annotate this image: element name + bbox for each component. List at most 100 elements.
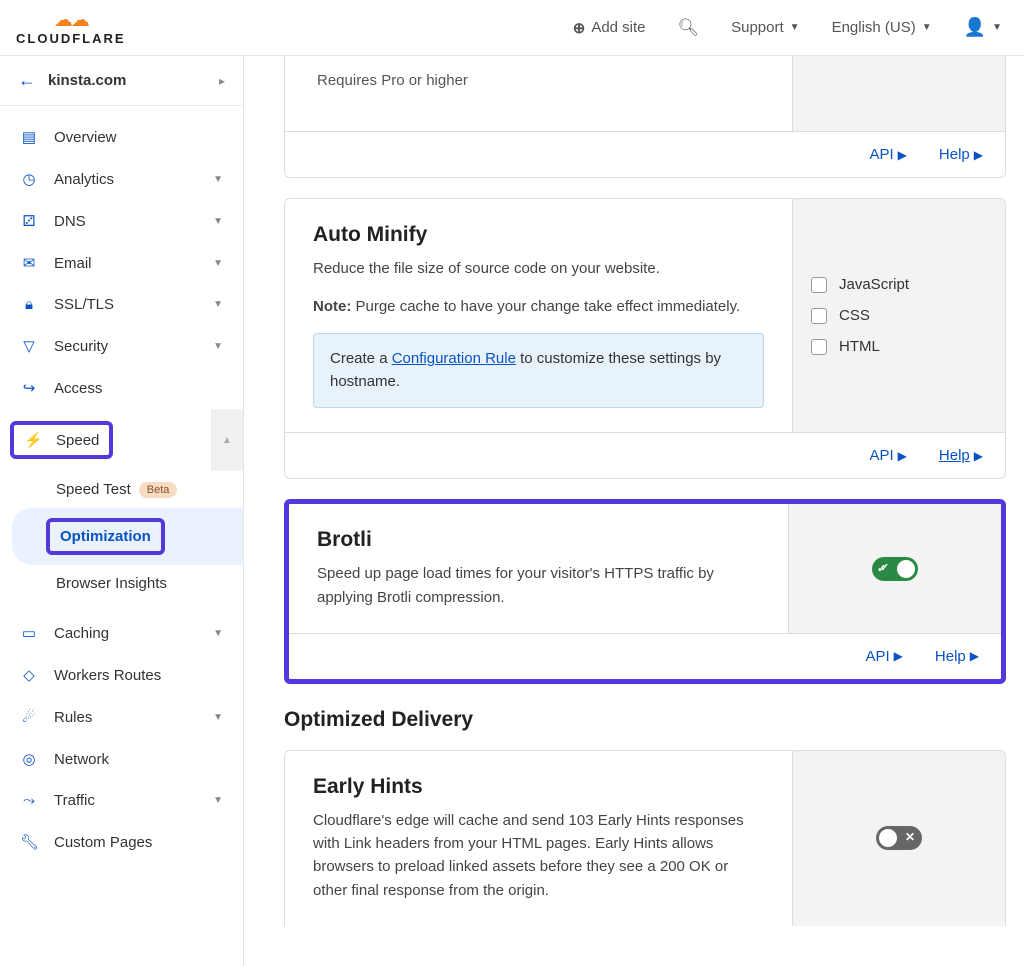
sidebar-item-label: Access: [54, 380, 223, 397]
chevron-down-icon: ▼: [213, 174, 223, 185]
chevron-right-icon: ▸: [219, 74, 225, 88]
sidebar-item-label: Custom Pages: [54, 834, 223, 851]
sidebar-subitem-optimization[interactable]: Optimization: [12, 508, 243, 565]
sidebar-item-ssl[interactable]: 🔒︎ SSL/TLS ▼: [0, 284, 243, 325]
checkbox-html[interactable]: HTML: [811, 338, 987, 355]
sidebar-item-network[interactable]: ◎ Network: [0, 738, 243, 780]
brotli-toggle[interactable]: ✓: [872, 557, 918, 581]
card-auto-minify: Auto Minify Reduce the file size of sour…: [284, 198, 1006, 479]
card-note: Note: Purge cache to have your change ta…: [313, 298, 764, 315]
api-link[interactable]: API▶: [869, 146, 906, 163]
sidebar-item-label: Overview: [54, 129, 223, 146]
card-title: Early Hints: [313, 775, 764, 799]
sidebar-item-workers[interactable]: ◇ Workers Routes: [0, 654, 243, 696]
sidebar-subitem-browser-insights[interactable]: Browser Insights: [0, 565, 243, 602]
chevron-down-icon: ▼: [992, 22, 1002, 33]
sidebar-item-speed[interactable]: ⚡ Speed ▲: [0, 409, 243, 471]
sidebar-item-access[interactable]: ↪ Access: [0, 367, 243, 409]
sidebar-item-custom-pages[interactable]: 🔧︎ Custom Pages: [0, 821, 243, 863]
content: Requires Pro or higher API▶ Help▶ Auto M…: [244, 56, 1024, 966]
card-title: Auto Minify: [313, 223, 764, 247]
add-site-button[interactable]: ⊕ Add site: [557, 0, 662, 56]
chevron-down-icon: ▼: [213, 628, 223, 639]
card-desc: Reduce the file size of source code on y…: [313, 257, 764, 280]
plus-circle-icon: ⊕: [573, 19, 586, 37]
chevron-right-icon: ▶: [970, 649, 979, 663]
card-truncated: Requires Pro or higher API▶ Help▶: [284, 56, 1006, 178]
help-link[interactable]: Help▶: [939, 447, 983, 464]
site-name: kinsta.com: [48, 72, 207, 89]
sidebar-item-dns[interactable]: ⚂ DNS ▼: [0, 200, 243, 242]
sidebar-item-label: SSL/TLS: [54, 296, 197, 313]
sidebar-item-label: Rules: [54, 709, 197, 726]
sidebar-subitem-label: Browser Insights: [56, 575, 167, 592]
language-menu[interactable]: English (US) ▼: [816, 0, 948, 56]
email-icon: ✉: [20, 254, 38, 272]
checkbox-css[interactable]: CSS: [811, 307, 987, 324]
sidebar-subitem-speed-test[interactable]: Speed Test Beta: [0, 471, 243, 508]
collapse-toggle[interactable]: ▲: [211, 409, 243, 471]
chevron-down-icon: ▼: [922, 22, 932, 33]
chevron-down-icon: ▼: [213, 341, 223, 352]
help-link[interactable]: Help▶: [939, 146, 983, 163]
configuration-rule-link[interactable]: Configuration Rule: [392, 350, 516, 367]
sidebar-item-traffic[interactable]: ⤳ Traffic ▼: [0, 780, 243, 821]
site-selector[interactable]: ← kinsta.com ▸: [0, 56, 243, 106]
sidebar-item-email[interactable]: ✉ Email ▼: [0, 242, 243, 284]
dns-icon: ⚂: [20, 212, 38, 230]
help-link[interactable]: Help▶: [935, 648, 979, 665]
language-label: English (US): [832, 19, 916, 36]
lock-icon: 🔒︎: [20, 296, 38, 313]
api-link[interactable]: API▶: [869, 447, 906, 464]
search-icon: 🔍︎: [678, 18, 700, 38]
chevron-right-icon: ▶: [898, 449, 907, 463]
x-icon: ✕: [905, 830, 915, 844]
bolt-icon: ⚡: [24, 431, 42, 449]
api-link[interactable]: API▶: [865, 648, 902, 665]
section-optimized-delivery: Optimized Delivery: [284, 708, 1006, 732]
sidebar-item-label: Security: [54, 338, 197, 355]
sidebar-item-label: Network: [54, 751, 223, 768]
card-footer: API▶ Help▶: [285, 432, 1005, 478]
traffic-icon: ⤳: [20, 792, 38, 809]
sidebar-item-label: Caching: [54, 625, 197, 642]
support-label: Support: [731, 19, 784, 36]
config-rule-info: Create a Configuration Rule to customize…: [313, 333, 764, 408]
sidebar-item-label: Traffic: [54, 792, 197, 809]
clock-icon: ◷: [20, 170, 38, 188]
chevron-down-icon: ▼: [213, 712, 223, 723]
location-icon: ◎: [20, 750, 38, 768]
back-arrow-icon[interactable]: ←: [18, 70, 36, 91]
checkbox-javascript[interactable]: JavaScript: [811, 276, 987, 293]
sidebar-item-rules[interactable]: ☄ Rules ▼: [0, 696, 243, 738]
sidebar-item-label: Email: [54, 255, 197, 272]
logo[interactable]: ☁☁ CLOUDFLARE: [16, 11, 126, 45]
chevron-right-icon: ▶: [974, 449, 983, 463]
account-menu[interactable]: 👤 ▼: [948, 0, 1018, 56]
search-button[interactable]: 🔍︎: [662, 0, 716, 56]
sidebar: ← kinsta.com ▸ ▤ Overview ◷ Analytics ▼ …: [0, 56, 244, 966]
sidebar-item-overview[interactable]: ▤ Overview: [0, 116, 243, 158]
chevron-down-icon: ▼: [213, 795, 223, 806]
card-side: [793, 56, 1005, 131]
shield-icon: ▽: [20, 337, 38, 355]
early-hints-toggle[interactable]: ✕: [876, 826, 922, 850]
sidebar-item-analytics[interactable]: ◷ Analytics ▼: [0, 158, 243, 200]
card-brotli: Brotli Speed up page load times for your…: [284, 499, 1006, 684]
card-desc: Speed up page load times for your visito…: [317, 562, 760, 609]
sidebar-item-security[interactable]: ▽ Security ▼: [0, 325, 243, 367]
support-menu[interactable]: Support ▼: [715, 0, 815, 56]
checkbox-icon: [811, 308, 827, 324]
card-side: ✓: [789, 504, 1001, 633]
caching-icon: ▭: [20, 624, 38, 642]
sidebar-subitem-label: Optimization: [60, 528, 151, 545]
sidebar-subitem-label: Speed Test: [56, 481, 131, 498]
chevron-right-icon: ▶: [974, 148, 983, 162]
add-site-label: Add site: [591, 19, 645, 36]
card-title: Brotli: [317, 528, 760, 552]
workers-icon: ◇: [20, 666, 38, 684]
chevron-down-icon: ▼: [213, 299, 223, 310]
sidebar-item-caching[interactable]: ▭ Caching ▼: [0, 612, 243, 654]
sidebar-item-label: Analytics: [54, 171, 197, 188]
toggle-knob: [879, 829, 897, 847]
